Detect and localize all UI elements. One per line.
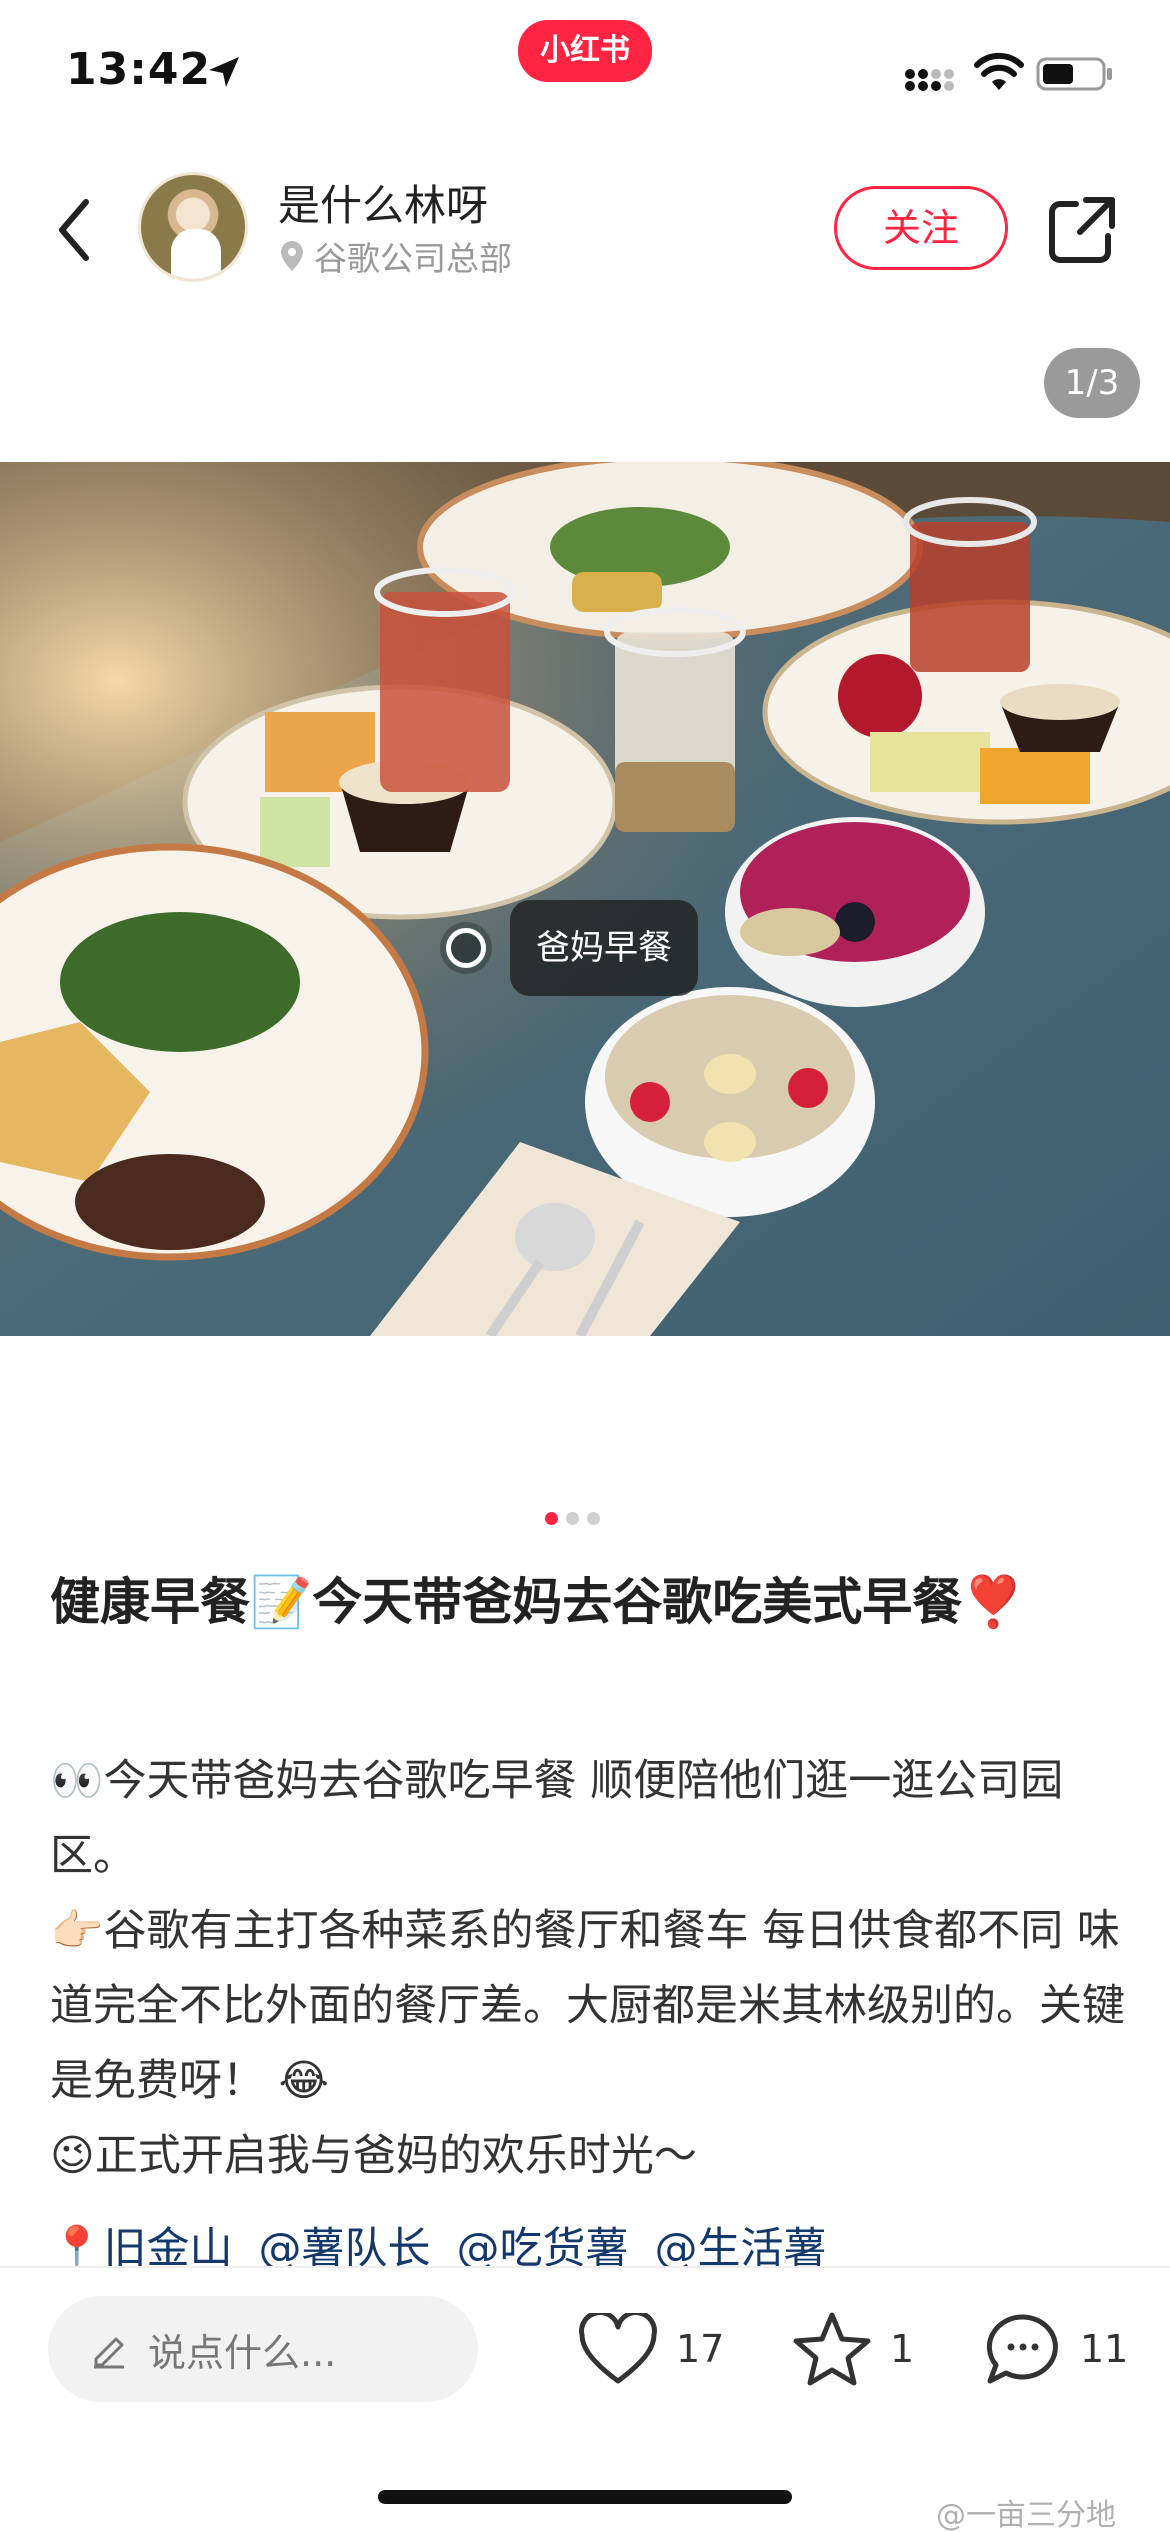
pen-icon [94,2337,124,2369]
app-badge: 小红书 [518,20,652,82]
post-paragraph: 👀今天带爸妈去谷歌吃早餐 顺便陪他们逛一逛公司园区。 [50,1756,1064,1881]
pager-dot [587,1512,600,1525]
post-photo[interactable] [0,462,1170,1336]
comment-bubble-icon [986,2314,1058,2384]
like-count: 17 [676,2327,725,2371]
image-pager [545,1512,600,1525]
heart-icon [579,2313,657,2384]
collect-count: 1 [890,2327,915,2371]
status-bar: 13:42 小红书 [0,0,1170,150]
photo-tag[interactable]: 爸妈早餐 [446,900,698,996]
post-paragraph: 👉🏻谷歌有主打各种菜系的餐厅和餐车 每日供食都不同 味道完全不比外面的餐厅差。大… [50,1906,1125,2106]
post-body: 👀今天带爸妈去谷歌吃早餐 顺便陪他们逛一逛公司园区。 👉🏻谷歌有主打各种菜系的餐… [50,1744,1130,2194]
pager-dot-active [545,1512,558,1525]
image-counter: 1/3 [1044,348,1140,418]
status-time: 13:42 [66,44,212,95]
author-name[interactable]: 是什么林呀 [278,172,488,233]
breakfast-photo-image [0,462,1170,1336]
home-indicator[interactable] [378,2490,792,2504]
comment-input[interactable]: 说点什么... [48,2296,478,2402]
comment-placeholder: 说点什么... [148,2330,337,2375]
post-header: 是什么林呀 谷歌公司总部 关注 [0,150,1170,310]
author-avatar[interactable] [138,172,248,282]
share-icon[interactable] [1046,194,1118,266]
location-arrow-icon [209,57,239,87]
signal-icon [905,69,954,91]
post-paragraph: 😉正式开启我与爸妈的欢乐时光～ [50,2131,697,2181]
pager-dot [566,1512,579,1525]
back-button[interactable] [44,190,104,270]
post-title: 健康早餐📝今天带爸妈去谷歌吃美式早餐❣️ [50,1573,1025,1631]
comment-count: 11 [1080,2327,1129,2371]
comment-button[interactable]: 11 [984,2304,1128,2394]
author-location[interactable]: 谷歌公司总部 [278,232,512,280]
watermark: @一亩三分地 [936,2498,1116,2532]
location-pin-icon [281,241,303,271]
back-chevron-icon [59,199,89,261]
star-icon [793,2312,871,2386]
photo-tag-label: 爸妈早餐 [510,900,698,996]
location-text: 谷歌公司总部 [314,239,512,278]
wifi-icon [974,52,1024,90]
follow-button[interactable]: 关注 [834,186,1008,270]
battery-icon [1036,57,1112,91]
like-button[interactable]: 17 [578,2304,724,2394]
collect-button[interactable]: 1 [792,2304,914,2394]
photo-tag-dot [446,928,486,968]
